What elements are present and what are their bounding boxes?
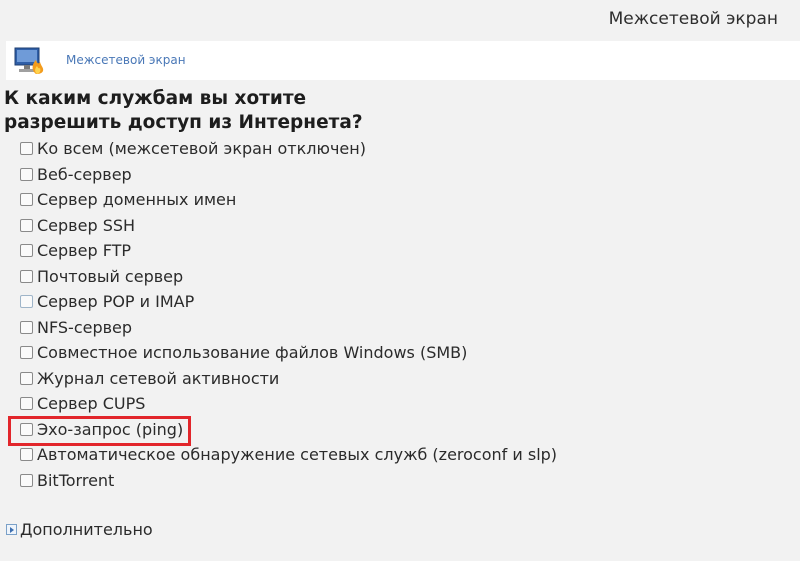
service-option-network-log[interactable]: Журнал сетевой активности [20, 366, 557, 392]
question-line-1: К каким службам вы хотите [4, 88, 307, 109]
service-option-smb[interactable]: Совместное использование файлов Windows … [20, 340, 557, 366]
service-label: NFS-сервер [37, 317, 133, 337]
advanced-label: Дополнительно [20, 520, 153, 539]
service-label: Сервер FTP [37, 241, 132, 261]
service-label: BitTorrent [37, 470, 115, 490]
service-option-mail[interactable]: Почтовый сервер [20, 264, 557, 290]
checkbox[interactable] [20, 167, 33, 181]
service-option-dns[interactable]: Сервер доменных имен [20, 187, 557, 213]
expand-arrow-icon [6, 524, 17, 535]
checkbox[interactable] [20, 218, 33, 232]
service-option-ftp[interactable]: Сервер FTP [20, 238, 557, 264]
service-option-zeroconf[interactable]: Автоматическое обнаружение сетевых служб… [20, 442, 557, 468]
checkbox[interactable] [20, 269, 33, 283]
service-option-cups[interactable]: Сервер CUPS [20, 391, 557, 417]
service-option-pop-imap[interactable]: Сервер POP и IMAP [20, 289, 557, 315]
service-label: Автоматическое обнаружение сетевых служб… [37, 445, 558, 465]
question-line-2: разрешить доступ из Интернета? [4, 112, 363, 133]
checkbox[interactable] [20, 295, 33, 309]
checkbox[interactable] [20, 244, 33, 258]
checkbox[interactable] [20, 448, 33, 462]
page-question: К каким службам вы хотите разрешить дост… [4, 87, 424, 135]
firewall-link[interactable]: Межсетевой экран [66, 53, 186, 67]
service-label: Веб-сервер [37, 164, 132, 184]
checkbox[interactable] [20, 371, 33, 385]
service-option-ping[interactable]: Эхо-запрос (ping) [20, 417, 557, 443]
service-label: Сервер SSH [37, 215, 136, 235]
service-label: Сервер доменных имен [37, 190, 237, 210]
checkbox[interactable] [20, 346, 33, 360]
banner: Межсетевой экран [6, 41, 800, 80]
service-label: Почтовый сервер [37, 266, 184, 286]
service-label: Эхо-запрос (ping) [37, 419, 184, 439]
service-option-all[interactable]: Ко всем (межсетевой экран отключен) [20, 136, 557, 162]
service-label: Ко всем (межсетевой экран отключен) [37, 139, 366, 159]
advanced-expander[interactable]: Дополнительно [6, 520, 153, 539]
checkbox[interactable] [20, 473, 33, 487]
service-option-web[interactable]: Веб-сервер [20, 162, 557, 188]
checkbox[interactable] [20, 193, 33, 207]
checkbox[interactable] [20, 422, 33, 436]
service-label: Совместное использование файлов Windows … [37, 343, 468, 363]
services-list: Ко всем (межсетевой экран отключен) Веб-… [20, 136, 557, 493]
service-option-bittorrent[interactable]: BitTorrent [20, 468, 557, 494]
window-title: Межсетевой экран [608, 9, 778, 29]
checkbox[interactable] [20, 320, 33, 334]
service-label: Сервер POP и IMAP [37, 292, 195, 312]
checkbox[interactable] [20, 142, 33, 156]
service-option-nfs[interactable]: NFS-сервер [20, 315, 557, 341]
service-label: Журнал сетевой активности [37, 368, 280, 388]
firewall-icon [14, 47, 44, 74]
service-option-ssh[interactable]: Сервер SSH [20, 213, 557, 239]
checkbox[interactable] [20, 397, 33, 411]
service-label: Сервер CUPS [37, 394, 146, 414]
